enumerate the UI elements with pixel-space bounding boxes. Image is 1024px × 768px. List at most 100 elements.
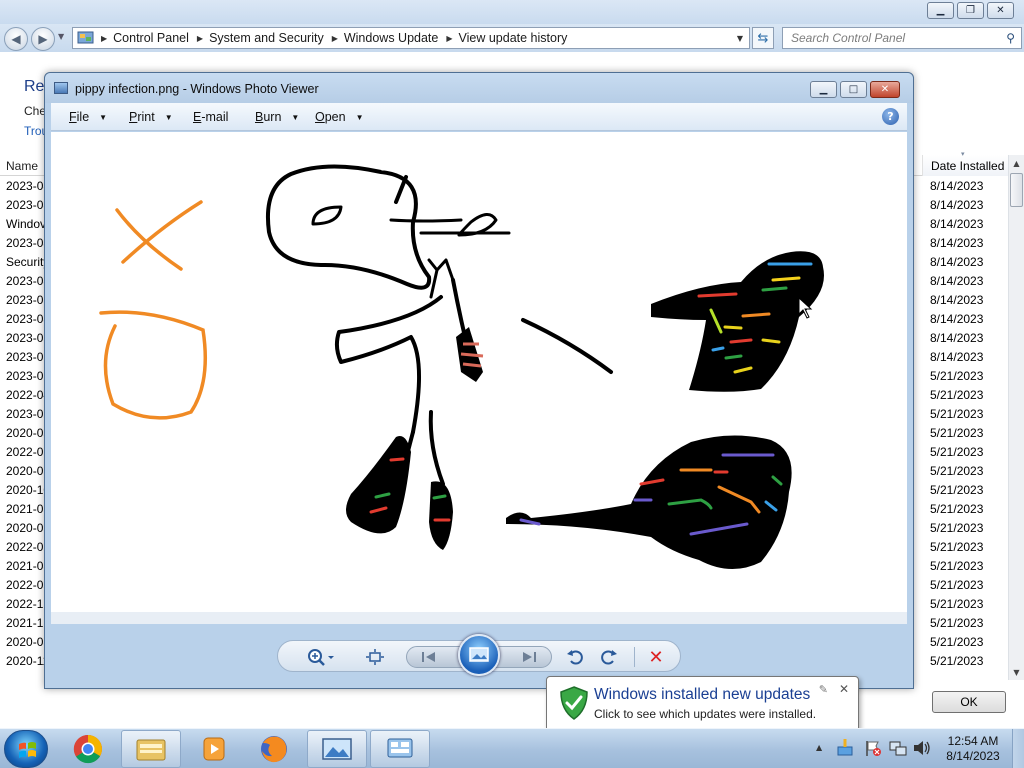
update-row-date: 8/14/2023: [930, 217, 984, 231]
scroll-down-arrow[interactable]: ▼: [1009, 664, 1024, 680]
pv-minimize-button[interactable]: ▁: [810, 81, 837, 98]
minimize-button[interactable]: ▁: [927, 2, 954, 19]
update-row-date: 8/14/2023: [930, 236, 984, 250]
firefox-icon: [261, 736, 287, 763]
photo-viewer-window: pippy infection.png - Windows Photo View…: [44, 72, 914, 689]
column-header-name[interactable]: Name: [6, 159, 38, 173]
scroll-thumb[interactable]: [1010, 173, 1023, 207]
photo-viewer-title: pippy infection.png - Windows Photo View…: [75, 82, 319, 96]
notification-close-button[interactable]: ✕: [839, 682, 849, 696]
breadcrumb-system-security[interactable]: System and Security: [209, 31, 324, 45]
notification-options-icon[interactable]: ✎: [819, 683, 828, 696]
next-icon[interactable]: [519, 651, 537, 666]
show-desktop-button[interactable]: [1012, 729, 1024, 768]
delete-icon[interactable]: ✕: [642, 646, 670, 668]
update-row-date: 8/14/2023: [930, 350, 984, 364]
colorful-tie: [456, 327, 484, 382]
update-row-date: 5/21/2023: [930, 635, 984, 649]
back-button[interactable]: ◀: [4, 27, 28, 51]
update-row-date: 5/21/2023: [930, 616, 984, 630]
drawing-image: [99, 164, 824, 570]
photo-canvas: [51, 132, 907, 612]
photo-viewer-menu-bar: File ▼ Print ▼ E-mail Burn ▼ Open ▼ ?: [51, 103, 907, 131]
taskbar-control-panel[interactable]: [370, 730, 430, 768]
canvas-footer: [51, 612, 907, 624]
shield-check-icon: [560, 686, 588, 720]
ok-button[interactable]: OK: [932, 691, 1006, 713]
control-panel-icon: [387, 738, 413, 758]
stick-figure: [266, 164, 613, 507]
show-hidden-icons-button[interactable]: ▲: [816, 743, 822, 752]
flag-icon[interactable]: [864, 739, 882, 760]
update-row-date: 5/21/2023: [930, 407, 984, 421]
breadcrumb-separator: ▶: [446, 33, 453, 43]
search-input[interactable]: Search Control Panel ⚲: [782, 27, 1022, 49]
rotate-right-icon[interactable]: [598, 646, 620, 668]
volume-icon[interactable]: [912, 739, 932, 760]
taskbar-firefox[interactable]: [244, 730, 304, 768]
forward-button[interactable]: ▶: [31, 27, 55, 51]
windows-logo-icon: [19, 742, 36, 758]
update-row-date: 5/21/2023: [930, 521, 984, 535]
controls-divider: [634, 647, 635, 667]
scroll-up-arrow[interactable]: ▲: [1009, 155, 1024, 171]
photo-viewer-title-bar[interactable]: pippy infection.png - Windows Photo View…: [45, 73, 913, 103]
slideshow-icon[interactable]: [458, 634, 500, 676]
taskbar-explorer[interactable]: [121, 730, 181, 768]
breadcrumb-control-panel[interactable]: Control Panel: [113, 31, 189, 45]
help-icon[interactable]: ?: [882, 108, 899, 125]
actual-size-icon[interactable]: [362, 646, 388, 668]
update-row-date: 5/21/2023: [930, 426, 984, 440]
update-row-date: 8/14/2023: [930, 293, 984, 307]
explorer-icon: [136, 739, 166, 761]
recent-pages-dropdown[interactable]: ▼: [58, 32, 64, 41]
update-row-date: 8/14/2023: [930, 331, 984, 345]
breadcrumb-separator: ▶: [331, 33, 338, 43]
menu-print[interactable]: Print ▼: [129, 110, 173, 124]
breadcrumb-separator: ▶: [101, 33, 108, 43]
search-icon[interactable]: ⚲: [1006, 31, 1015, 45]
windows-update-tray-icon[interactable]: [836, 737, 854, 760]
update-row-date: 8/14/2023: [930, 255, 984, 269]
breadcrumb-windows-update[interactable]: Windows Update: [344, 31, 439, 45]
vertical-scrollbar[interactable]: ▲ ▼: [1008, 155, 1024, 680]
breadcrumb-view-update-history[interactable]: View update history: [459, 31, 568, 45]
taskbar: ▲ 12:54 AM 8/14/2023: [0, 728, 1024, 768]
update-row-date: 5/21/2023: [930, 540, 984, 554]
pv-maximize-button[interactable]: □: [840, 81, 867, 98]
update-row-date: 5/21/2023: [930, 578, 984, 592]
address-dropdown[interactable]: ▼: [730, 27, 750, 49]
update-row-date: 8/14/2023: [930, 179, 984, 193]
taskbar-chrome[interactable]: [58, 730, 118, 768]
clock-date: 8/14/2023: [946, 749, 1000, 763]
update-row-date: 8/14/2023: [930, 198, 984, 212]
update-notification-balloon[interactable]: Windows installed new updates Click to s…: [546, 676, 859, 732]
taskbar-media-player[interactable]: [184, 730, 244, 768]
search-placeholder: Search Control Panel: [791, 31, 906, 45]
rotate-left-icon[interactable]: [564, 646, 586, 668]
menu-burn[interactable]: Burn ▼: [255, 110, 299, 124]
media-player-icon: [203, 737, 225, 761]
previous-icon[interactable]: [421, 651, 439, 666]
control-panel-caption-bar: ▁ ❐ ✕: [0, 0, 1024, 24]
update-row-date: 5/21/2023: [930, 445, 984, 459]
notification-body: Click to see which updates were installe…: [594, 707, 817, 721]
photo-viewer-controls: ✕: [277, 634, 681, 676]
update-row-date: 5/21/2023: [930, 654, 984, 668]
refresh-icon[interactable]: ⇆: [752, 27, 774, 49]
start-button[interactable]: [4, 730, 48, 768]
network-icon[interactable]: [888, 739, 908, 760]
menu-open[interactable]: Open ▼: [315, 110, 364, 124]
menu-email[interactable]: E-mail: [193, 110, 228, 124]
taskbar-photo-viewer[interactable]: [307, 730, 367, 768]
taskbar-clock[interactable]: 12:54 AM 8/14/2023: [940, 734, 1006, 764]
pv-close-button[interactable]: ✕: [870, 81, 900, 98]
zoom-icon[interactable]: [304, 646, 338, 668]
update-row-date: 5/21/2023: [930, 388, 984, 402]
close-button[interactable]: ✕: [987, 2, 1014, 19]
address-bar[interactable]: ▶ Control Panel ▶ System and Security ▶ …: [72, 27, 750, 49]
menu-file[interactable]: File ▼: [69, 110, 107, 124]
restore-button[interactable]: ❐: [957, 2, 984, 19]
update-row-date: 8/14/2023: [930, 312, 984, 326]
column-header-date-installed[interactable]: Date Installed: [922, 155, 1008, 176]
